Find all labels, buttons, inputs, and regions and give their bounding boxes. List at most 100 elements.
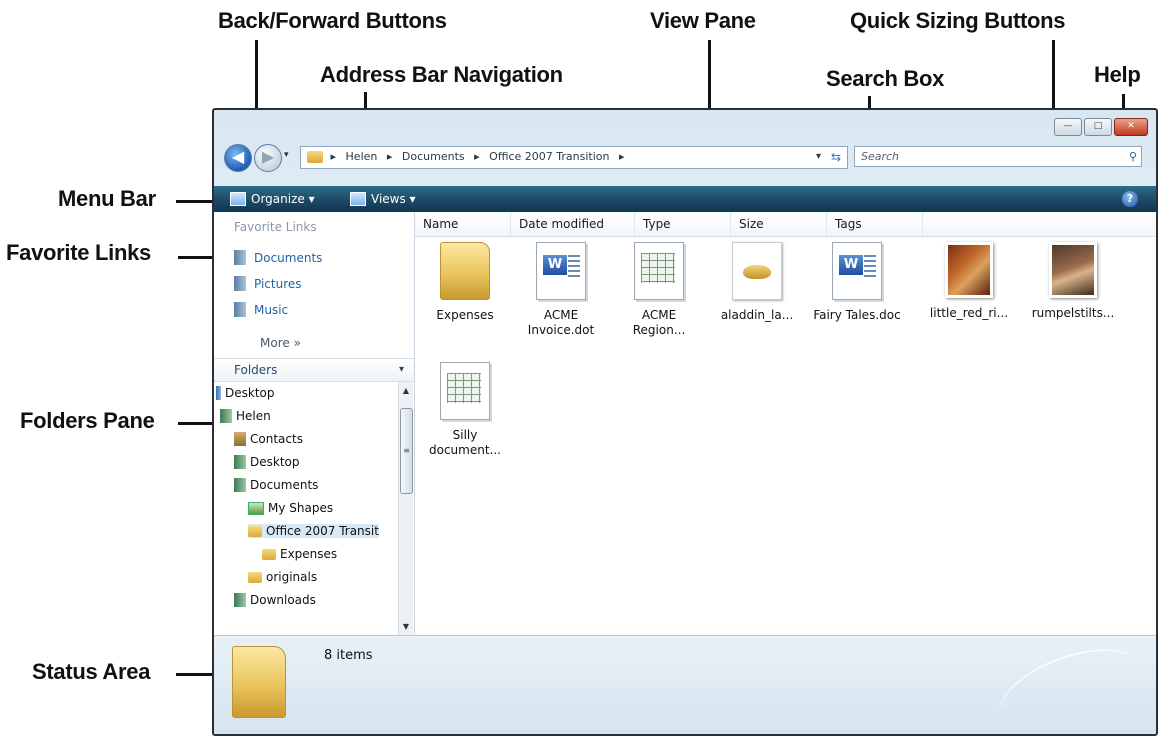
file-item[interactable]: ACME Region...: [615, 242, 703, 338]
minimize-button[interactable]: —: [1054, 118, 1082, 136]
breadcrumb-separator[interactable]: ▸: [474, 147, 480, 167]
column-type[interactable]: Type: [635, 212, 731, 236]
folders-header[interactable]: Folders ▾: [214, 358, 414, 382]
favorite-label: Documents: [254, 250, 323, 265]
downloads-folder-icon: [234, 593, 246, 607]
breadcrumb-separator[interactable]: ▸: [331, 147, 337, 167]
favorites-more-link[interactable]: More »: [260, 336, 301, 350]
organize-menu[interactable]: Organize ▾: [230, 186, 315, 212]
file-item[interactable]: little_red_ri...: [925, 242, 1013, 321]
refresh-icon[interactable]: ⇆: [831, 147, 841, 167]
tree-item-label: Desktop: [250, 455, 300, 469]
views-label: Views ▾: [371, 192, 416, 206]
callout-menu-bar: Menu Bar: [58, 186, 156, 211]
callout-quick-sizing: Quick Sizing Buttons: [850, 8, 1066, 33]
favorite-documents[interactable]: Documents: [234, 250, 322, 265]
scroll-down-icon[interactable]: ▼: [399, 620, 413, 634]
tree-item-desktop-sub[interactable]: Desktop: [234, 455, 300, 469]
callout-view-pane: View Pane: [650, 8, 756, 33]
scroll-thumb[interactable]: ≡: [400, 408, 413, 494]
painting-icon: [945, 242, 993, 298]
file-item[interactable]: rumpelstilts...: [1029, 242, 1117, 321]
forward-button[interactable]: ▶: [254, 144, 282, 172]
scroll-up-icon[interactable]: ▲: [399, 384, 413, 398]
views-menu[interactable]: Views ▾: [350, 186, 416, 212]
favorite-pictures[interactable]: Pictures: [234, 276, 302, 291]
back-button[interactable]: ◀: [224, 144, 252, 172]
decorative-swirl: [988, 632, 1154, 734]
tree-item-label: Expenses: [280, 547, 338, 561]
file-item[interactable]: Fairy Tales.doc: [813, 242, 901, 323]
organize-icon: [230, 192, 246, 206]
organize-label: Organize ▾: [251, 192, 315, 206]
file-item[interactable]: Expenses: [421, 242, 509, 323]
pictures-icon: [234, 276, 246, 291]
tree-item-contacts[interactable]: Contacts: [234, 432, 303, 446]
tree-item-desktop[interactable]: Desktop: [216, 386, 275, 400]
word-template-icon: [536, 242, 586, 300]
tree-item-helen[interactable]: Helen: [220, 409, 271, 423]
status-area: 8 items: [214, 632, 1156, 734]
tree-item-documents[interactable]: Documents: [234, 478, 318, 492]
leader-quick-sizing: [1052, 40, 1055, 114]
favorite-music[interactable]: Music: [234, 302, 288, 317]
address-bar[interactable]: ▸ Helen ▸ Documents ▸ Office 2007 Transi…: [300, 146, 848, 169]
quick-sizing-buttons: — □ ✕: [1054, 118, 1148, 136]
tree-item-downloads[interactable]: Downloads: [234, 593, 316, 607]
navigation-row: ◀ ▶ ▾ ▸ Helen ▸ Documents ▸ Office 2007 …: [214, 142, 1156, 172]
menu-bar: Organize ▾ Views ▾ ?: [214, 186, 1156, 212]
file-label: Silly document...: [429, 428, 501, 457]
lamp-image-icon: [732, 242, 782, 300]
view-pane: Name Date modified Type Size Tags Expens…: [415, 212, 1156, 636]
address-dropdown-icon[interactable]: ▾: [816, 147, 821, 167]
music-icon: [234, 302, 246, 317]
breadcrumb-documents[interactable]: Documents: [402, 147, 465, 167]
help-icon[interactable]: ?: [1122, 191, 1138, 207]
file-label: ACME Region...: [632, 308, 686, 337]
file-label: ACME Invoice.dot: [527, 308, 595, 337]
tree-item-office-2007-transit[interactable]: Office 2007 Transit: [248, 524, 379, 538]
desktop-folder-icon: [234, 455, 246, 469]
file-label: little_red_ri...: [929, 306, 1009, 320]
breadcrumb-separator[interactable]: ▸: [387, 147, 393, 167]
tree-item-originals[interactable]: originals: [248, 570, 317, 584]
painting-icon: [1049, 242, 1097, 298]
callout-back-forward: Back/Forward Buttons: [218, 8, 447, 33]
favorite-label: Pictures: [254, 276, 302, 291]
folder-icon: [262, 548, 276, 560]
explorer-window: — □ ✕ ◀ ▶ ▾ ▸ Helen ▸ Documents ▸ Office…: [212, 108, 1158, 736]
breadcrumb-helen[interactable]: Helen: [346, 147, 378, 167]
shapes-folder-icon: [248, 501, 264, 515]
close-button[interactable]: ✕: [1114, 118, 1148, 136]
tree-item-label: Downloads: [250, 593, 316, 607]
folders-label: Folders: [234, 363, 278, 377]
callout-favorite-links: Favorite Links: [6, 240, 151, 265]
file-item[interactable]: aladdin_la...: [713, 242, 801, 323]
search-icon[interactable]: ⚲: [1129, 147, 1137, 167]
tree-item-label: Contacts: [250, 432, 303, 446]
item-count: 8 items: [324, 648, 373, 663]
file-label: Expenses: [436, 308, 494, 322]
breadcrumb-office-2007-transition[interactable]: Office 2007 Transition: [489, 147, 609, 167]
maximize-button[interactable]: □: [1084, 118, 1112, 136]
excel-icon: [440, 362, 490, 420]
word-doc-icon: [832, 242, 882, 300]
column-name[interactable]: Name: [415, 212, 511, 236]
folder-icon: [232, 646, 286, 718]
tree-item-my-shapes[interactable]: My Shapes: [248, 501, 333, 515]
breadcrumb-separator[interactable]: ▸: [619, 147, 625, 167]
folder-tree-scrollbar[interactable]: ▲ ≡ ▼: [398, 382, 413, 636]
tree-item-label: originals: [266, 570, 318, 584]
search-input[interactable]: Search ⚲: [854, 146, 1142, 167]
folder-icon: [440, 242, 490, 300]
favorite-links-header: Favorite Links: [234, 220, 317, 234]
column-tags[interactable]: Tags: [827, 212, 923, 236]
recent-pages-dropdown[interactable]: ▾: [284, 150, 289, 160]
file-item[interactable]: ACME Invoice.dot: [517, 242, 605, 338]
callout-address-bar: Address Bar Navigation: [320, 62, 563, 87]
column-date-modified[interactable]: Date modified: [511, 212, 635, 236]
chevron-down-icon[interactable]: ▾: [399, 359, 404, 381]
column-size[interactable]: Size: [731, 212, 827, 236]
tree-item-expenses[interactable]: Expenses: [262, 547, 337, 561]
file-item[interactable]: Silly document...: [421, 362, 509, 458]
